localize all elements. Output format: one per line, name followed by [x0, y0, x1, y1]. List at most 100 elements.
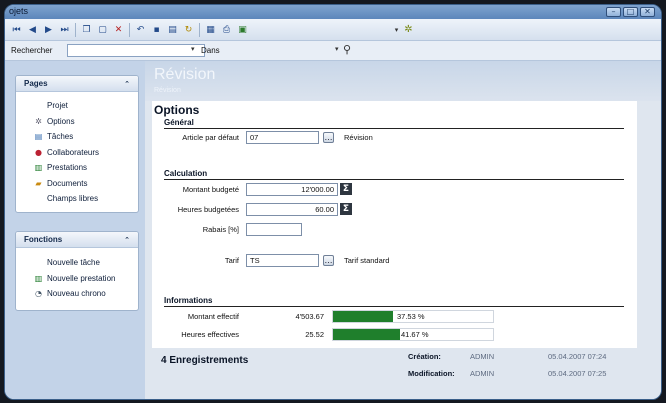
article-label: Article par défaut: [182, 133, 239, 142]
modification-user: ADMIN: [470, 369, 495, 378]
sidebar-item-documents[interactable]: ▰ Documents: [16, 176, 138, 192]
montant-budgete-label: Montant budgeté: [182, 185, 239, 194]
sidebar-item-prestations[interactable]: ▥ Prestations: [16, 160, 138, 176]
toolbar-separator: [75, 22, 76, 37]
sidebar-item-options[interactable]: ✲ Options: [16, 114, 138, 130]
new-icon[interactable]: ▢: [97, 24, 108, 36]
copy-icon[interactable]: ❐: [81, 24, 92, 36]
rabais-label: Rabais [%]: [202, 225, 239, 234]
article-description: Révision: [344, 133, 373, 142]
options-form: Options Général Article par défaut 07 … …: [152, 101, 637, 348]
sidebar-item-label: Options: [47, 116, 75, 126]
heures-budgetees-field[interactable]: 60.00: [246, 203, 338, 216]
gear-icon: ✲: [35, 116, 42, 126]
search-scope-dropdown[interactable]: ▾: [335, 45, 339, 53]
next-icon[interactable]: ▶: [43, 24, 54, 36]
sidebar-item-label: Documents: [47, 178, 88, 188]
tarif-lookup-button[interactable]: …: [323, 255, 334, 266]
sidebar-item-taches[interactable]: ▤ Tâches: [16, 129, 138, 145]
toolbar-separator: [199, 22, 200, 37]
heures-effectives-value: 25.52: [305, 330, 324, 339]
users-icon: ●: [35, 147, 42, 157]
sigma-icon[interactable]: Σ: [340, 203, 352, 215]
section-informations-title: Informations: [164, 296, 213, 305]
table-icon[interactable]: ▦: [205, 24, 216, 36]
heures-progress-text: 41.67 %: [401, 330, 429, 339]
sidebar-item-label: Nouvelle prestation: [47, 273, 116, 283]
collapse-icon[interactable]: ⌃: [124, 236, 130, 244]
sigma-icon[interactable]: Σ: [340, 183, 352, 195]
chevron-down-icon[interactable]: ▾: [391, 24, 402, 36]
record-subtitle: Révision: [154, 87, 181, 94]
maximize-button[interactable]: □: [623, 7, 638, 17]
favorites-icon[interactable]: ✲: [403, 24, 414, 36]
chrono-icon: ◔: [35, 289, 42, 299]
montant-progress-bar: 37.53 %: [332, 310, 494, 323]
main-content: Révision Révision Options Général Articl…: [145, 61, 661, 399]
heures-progress-bar: 41.67 %: [332, 328, 494, 341]
app-window: ojets – □ ✕ ⏮ ◀ ▶ ⏭ ❐ ▢ ✕ ↶ ▪ ▤ ↻ ▦ ⎙ ▣ …: [4, 4, 662, 400]
toolbar-separator: [129, 22, 130, 37]
section-divider: [164, 306, 624, 307]
montant-budgete-field[interactable]: 12'000.00: [246, 183, 338, 196]
pages-panel-title: Pages: [24, 79, 48, 88]
page-title: Options: [154, 103, 200, 117]
undo-icon[interactable]: ↶: [135, 24, 146, 36]
search-icon[interactable]: ⚲: [343, 43, 351, 56]
record-title: Révision: [154, 66, 216, 83]
creation-label: Création:: [408, 352, 441, 361]
delete-icon[interactable]: ✕: [113, 24, 124, 36]
modification-label: Modification:: [408, 369, 455, 378]
creation-user: ADMIN: [470, 352, 495, 361]
section-divider: [164, 179, 624, 180]
section-general-title: Général: [164, 118, 194, 127]
creation-date: 05.04.2007 07:24: [548, 352, 607, 361]
search-input[interactable]: [67, 44, 205, 57]
article-field[interactable]: 07: [246, 131, 319, 144]
sidebar-item-collaborateurs[interactable]: ● Collaborateurs: [16, 145, 138, 161]
refresh-icon[interactable]: ↻: [183, 24, 194, 36]
sidebar-item-nouvelle-tache[interactable]: Nouvelle tâche: [16, 255, 138, 271]
collapse-icon[interactable]: ⌃: [124, 80, 130, 88]
save-as-icon[interactable]: ▤: [167, 24, 178, 36]
first-icon[interactable]: ⏮: [11, 24, 22, 36]
print-icon[interactable]: ⎙: [221, 24, 232, 36]
tarif-label: Tarif: [224, 256, 239, 265]
section-calculation-title: Calculation: [164, 169, 208, 178]
window-controls: – □ ✕: [606, 7, 655, 17]
fonctions-panel-header[interactable]: Fonctions ⌃: [16, 232, 138, 248]
window-title: ojets: [9, 6, 29, 16]
search-scope-label: Dans: [201, 46, 220, 55]
article-lookup-button[interactable]: …: [323, 132, 334, 143]
sidebar-item-champs-libres[interactable]: Champs libres: [16, 191, 138, 207]
sidebar-item-label: Champs libres: [47, 194, 99, 204]
last-icon[interactable]: ⏭: [59, 24, 70, 36]
search-bar: Rechercher ▾ Dans ▾ ⚲: [5, 41, 661, 61]
close-button[interactable]: ✕: [640, 7, 655, 17]
modification-date: 05.04.2007 07:25: [548, 369, 607, 378]
record-banner: Révision Révision: [145, 61, 661, 101]
record-count: 4 Enregistrements: [161, 355, 249, 366]
montant-effectif-label: Montant effectif: [187, 312, 239, 321]
pages-panel-header[interactable]: Pages ⌃: [16, 76, 138, 92]
sidebar-item-projet[interactable]: Projet: [16, 98, 138, 114]
fonctions-panel-title: Fonctions: [24, 235, 63, 244]
chevron-down-icon[interactable]: ▾: [191, 45, 195, 53]
sidebar-item-nouvelle-prestation[interactable]: ▥ Nouvelle prestation: [16, 271, 138, 287]
tarif-field[interactable]: TS: [246, 254, 319, 267]
prestations-icon: ▥: [34, 273, 43, 283]
minimize-button[interactable]: –: [606, 7, 621, 17]
sidebar-item-label: Nouvelle tâche: [47, 258, 100, 268]
sidebar-item-nouveau-chrono[interactable]: ◔ Nouveau chrono: [16, 286, 138, 302]
excel-icon[interactable]: ▣: [237, 24, 248, 36]
fonctions-panel: Fonctions ⌃ Nouvelle tâche ▥ Nouvelle pr…: [15, 231, 139, 311]
sidebar-item-label: Projet: [47, 101, 68, 111]
montant-effectif-value: 4'503.67: [295, 312, 324, 321]
rabais-field[interactable]: [246, 223, 302, 236]
prev-icon[interactable]: ◀: [27, 24, 38, 36]
section-divider: [164, 128, 624, 129]
pages-panel: Pages ⌃ Projet ✲ Options ▤ Tâches ● Coll…: [15, 75, 139, 213]
screen-frame: ojets – □ ✕ ⏮ ◀ ▶ ⏭ ❐ ▢ ✕ ↶ ▪ ▤ ↻ ▦ ⎙ ▣ …: [0, 0, 666, 403]
save-icon[interactable]: ▪: [151, 24, 162, 36]
toolbar: ⏮ ◀ ▶ ⏭ ❐ ▢ ✕ ↶ ▪ ▤ ↻ ▦ ⎙ ▣ ▾ ✲: [5, 19, 661, 41]
